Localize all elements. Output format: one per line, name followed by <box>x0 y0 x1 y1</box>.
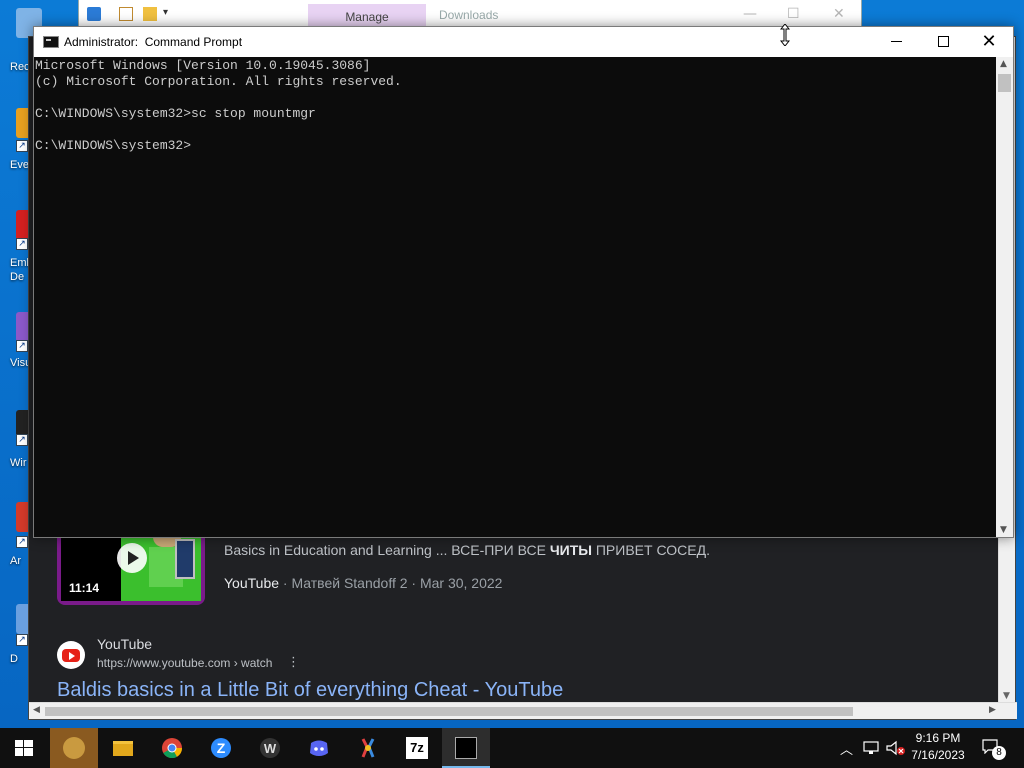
play-icon[interactable] <box>117 543 147 573</box>
taskbar-cmd[interactable] <box>442 728 490 768</box>
close-icon: ✕ <box>981 31 997 52</box>
scroll-down-icon[interactable]: ▼ <box>1003 691 1010 701</box>
console-output[interactable]: Microsoft Windows [Version 10.0.19045.30… <box>34 57 996 537</box>
result-title-link[interactable]: Baldis basics in a Little Bit of everyth… <box>57 679 563 702</box>
shortcut-arrow-icon: ↗ <box>16 140 28 152</box>
video-thumbnail[interactable]: 11:14 <box>57 533 205 605</box>
desktop-icon-label: Ar <box>10 555 21 567</box>
resize-cursor-icon <box>780 24 790 46</box>
window-title: Downloads <box>439 8 499 22</box>
windows-logo-icon <box>15 740 33 756</box>
network-icon[interactable] <box>863 740 881 756</box>
scroll-right-icon[interactable]: ▶ <box>989 705 996 715</box>
volume-muted-icon[interactable] <box>886 740 906 756</box>
clock-date: 7/16/2023 <box>911 748 965 762</box>
close-icon[interactable]: ✕ <box>833 6 845 22</box>
desktop-icon-label: Rec <box>10 61 30 73</box>
scroll-up-icon[interactable]: ▲ <box>1000 59 1007 69</box>
shortcut-arrow-icon: ↗ <box>16 536 28 548</box>
console-line: ​ <box>35 122 996 138</box>
winrar-icon: W <box>260 738 280 758</box>
desktop-icon-label: Wir <box>10 457 27 469</box>
video-duration: 11:14 <box>69 581 100 595</box>
snippet-text: ПРИВЕТ СОСЕД. <box>591 542 710 558</box>
minimize-icon <box>891 41 902 42</box>
snippet-highlight: ЧИТЫ <box>549 542 592 558</box>
clock-time: 9:16 PM <box>915 731 961 745</box>
horizontal-scrollbar[interactable]: ◀ ▶ <box>29 702 1017 719</box>
folder-icon <box>113 741 133 756</box>
7zip-icon: 7z <box>406 737 428 759</box>
svg-text:Z: Z <box>217 740 226 756</box>
snippet-text: Basics in Education and Learning ... ВСЕ… <box>224 542 550 558</box>
console-prompt-line[interactable]: C:\WINDOWS\system32> <box>35 138 996 154</box>
taskbar-chrome[interactable] <box>148 728 196 768</box>
maximize-button[interactable] <box>920 27 966 57</box>
cmd-icon[interactable] <box>43 36 59 48</box>
new-folder-icon[interactable] <box>143 7 157 21</box>
chevron-up-icon[interactable]: ︿ <box>840 739 853 768</box>
maximize-icon[interactable]: ☐ <box>787 6 800 22</box>
shortcut-arrow-icon: ↗ <box>16 434 28 446</box>
start-button[interactable] <box>0 728 48 768</box>
desktop-icon-label: D <box>10 653 18 665</box>
video-source[interactable]: YouTube <box>224 575 279 591</box>
scroll-left-icon[interactable]: ◀ <box>33 705 40 715</box>
video-snippet: Basics in Education and Learning ... ВСЕ… <box>224 542 710 558</box>
console-scroll-thumb[interactable] <box>998 74 1011 92</box>
scroll-down-icon[interactable]: ▼ <box>1000 525 1007 535</box>
window-title: Administrator: Command Prompt <box>64 35 243 49</box>
system-clock[interactable]: 9:16 PM 7/16/2023 <box>906 730 970 766</box>
minimize-button[interactable] <box>874 27 920 57</box>
shortcut-arrow-icon: ↗ <box>16 634 28 646</box>
download-icon[interactable] <box>87 7 101 21</box>
properties-icon[interactable] <box>119 7 133 21</box>
svg-text:W: W <box>264 741 277 756</box>
shortcut-arrow-icon: ↗ <box>16 340 28 352</box>
horizontal-scroll-thumb[interactable] <box>45 707 853 716</box>
bonzi-icon <box>63 737 85 759</box>
console-line: ​ <box>35 90 996 106</box>
video-meta: YouTube · Матвей Standoff 2 · Mar 30, 20… <box>224 575 502 591</box>
desktop: Rec ↗ Eve ↗ Emb De ↗ Visu ↗ Wir ↗ Ar ↗ D… <box>0 0 1024 728</box>
console-scrollbar[interactable]: ▲ ▼ <box>996 57 1013 537</box>
video-meta-text: · Матвей Standoff 2 · Mar 30, 2022 <box>279 575 503 591</box>
tool-icon <box>361 738 375 758</box>
result-site-name: YouTube <box>97 636 153 652</box>
title-bar[interactable]: Administrator: Command Prompt ✕ <box>34 27 1013 57</box>
cmd-icon <box>455 737 477 759</box>
result-url: https://www.youtube.com › watch <box>97 656 273 670</box>
console-line: (c) Microsoft Corporation. All rights re… <box>35 74 402 89</box>
shortcut-arrow-icon: ↗ <box>16 238 28 250</box>
more-options-icon[interactable]: ⋮ <box>287 655 300 670</box>
taskbar-bonzi[interactable] <box>50 728 98 768</box>
taskbar-7zip[interactable]: 7z <box>393 728 441 768</box>
minimize-icon[interactable]: — <box>743 6 757 22</box>
maximize-icon <box>938 36 949 47</box>
notification-center-button[interactable]: 8 <box>982 738 1006 760</box>
console-line: Microsoft Windows [Version 10.0.19045.30… <box>35 58 371 73</box>
console-line: C:\WINDOWS\system32>sc stop mountmgr <box>35 106 316 121</box>
taskbar-discord[interactable] <box>295 728 343 768</box>
notification-count-badge: 8 <box>992 746 1006 760</box>
chrome-icon <box>162 738 183 759</box>
thumbnail-door <box>175 539 195 579</box>
taskbar-zoom[interactable]: Z <box>197 728 245 768</box>
youtube-icon <box>57 641 85 669</box>
command-prompt-window[interactable]: Administrator: Command Prompt ✕ Microsof… <box>33 26 1014 538</box>
chevron-down-icon[interactable]: ▾ <box>163 7 177 21</box>
taskbar-tool[interactable] <box>344 728 392 768</box>
desktop-icon-label: Eve <box>10 159 29 171</box>
taskbar-file-explorer[interactable] <box>99 728 147 768</box>
close-button[interactable]: ✕ <box>966 27 1012 57</box>
taskbar-winrar[interactable]: W <box>246 728 294 768</box>
zoom-icon: Z <box>211 738 231 758</box>
discord-icon <box>310 740 328 756</box>
taskbar: Z W 7z ︿ 9:16 PM 7/16/2023 8 <box>0 728 1024 768</box>
